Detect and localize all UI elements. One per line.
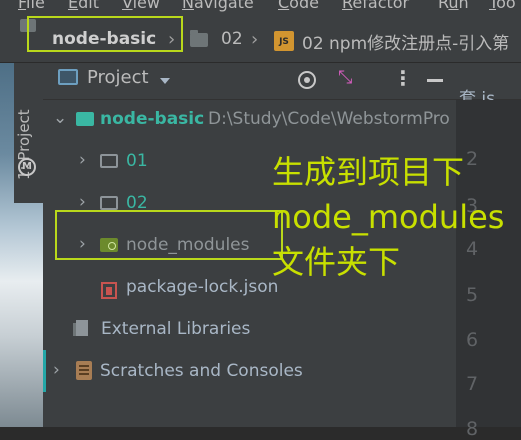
hide-panel-icon[interactable] (427, 79, 443, 82)
collapse-all-icon[interactable]: ⤡ (338, 68, 352, 88)
more-options-icon[interactable]: ⋮ (393, 66, 413, 90)
tree-item-label: Scratches and Consoles (100, 361, 303, 381)
tree-row-root[interactable]: ⌄ node-basic D:\Study\Code\WebstormPro (43, 99, 456, 141)
js-file-icon: JS (274, 31, 294, 51)
tree-row-scratches[interactable]: › Scratches and Consoles (43, 351, 456, 393)
chevron-right-icon[interactable]: › (79, 192, 86, 212)
node-modules-highlight-box (55, 210, 283, 260)
json-file-icon (101, 282, 117, 299)
project-view-title[interactable]: Project (87, 67, 149, 88)
chevron-right-icon[interactable]: › (53, 360, 60, 380)
locate-file-icon[interactable] (298, 71, 316, 89)
menu-run[interactable]: Run (438, 0, 469, 12)
module-folder-icon (76, 112, 94, 126)
tree-row-external-libraries[interactable]: External Libraries (43, 309, 456, 351)
breadcrumb-folder[interactable]: 02 (221, 29, 243, 49)
menu-edit[interactable]: Edit (68, 0, 99, 12)
menu-bar: File Edit View Navigate Code Refactor Ru… (0, 0, 521, 12)
tree-folder-name: 01 (126, 151, 148, 171)
tree-root-name: node-basic (100, 109, 205, 129)
tree-root-path: D:\Study\Code\WebstormPro (208, 109, 450, 129)
line-number: 6 (466, 329, 479, 351)
annotation-text: 生成到项目下 node_modules 文件夹下 (272, 153, 505, 281)
breadcrumb-file[interactable]: 02 npm修改注册点-引入第 (302, 29, 509, 54)
folder-icon (100, 196, 118, 210)
menu-view[interactable]: View (122, 0, 160, 12)
folder-icon (100, 154, 118, 168)
line-number: 7 (466, 373, 479, 395)
line-number: 5 (466, 284, 479, 306)
chevron-down-icon[interactable] (160, 78, 170, 84)
scratches-icon (76, 361, 92, 380)
menu-refactor[interactable]: Refactor (342, 0, 409, 12)
menu-tools[interactable]: Too (489, 0, 516, 12)
tree-file-name: package-lock.json (126, 277, 279, 297)
chevron-right-icon[interactable]: › (79, 150, 86, 170)
menu-navigate[interactable]: Navigate (182, 0, 254, 12)
library-icon (73, 320, 88, 336)
project-view-icon (58, 69, 78, 85)
menu-code[interactable]: Code (278, 0, 319, 12)
tree-item-label: External Libraries (101, 319, 251, 339)
breadcrumb-separator-icon: › (251, 29, 259, 50)
breadcrumb-highlight-box (27, 16, 183, 52)
folder-icon (190, 30, 208, 47)
menu-file[interactable]: File (18, 0, 45, 12)
chevron-down-icon[interactable]: ⌄ (53, 108, 67, 128)
line-number: 8 (466, 418, 479, 440)
markdown-icon[interactable]: M (18, 158, 36, 176)
